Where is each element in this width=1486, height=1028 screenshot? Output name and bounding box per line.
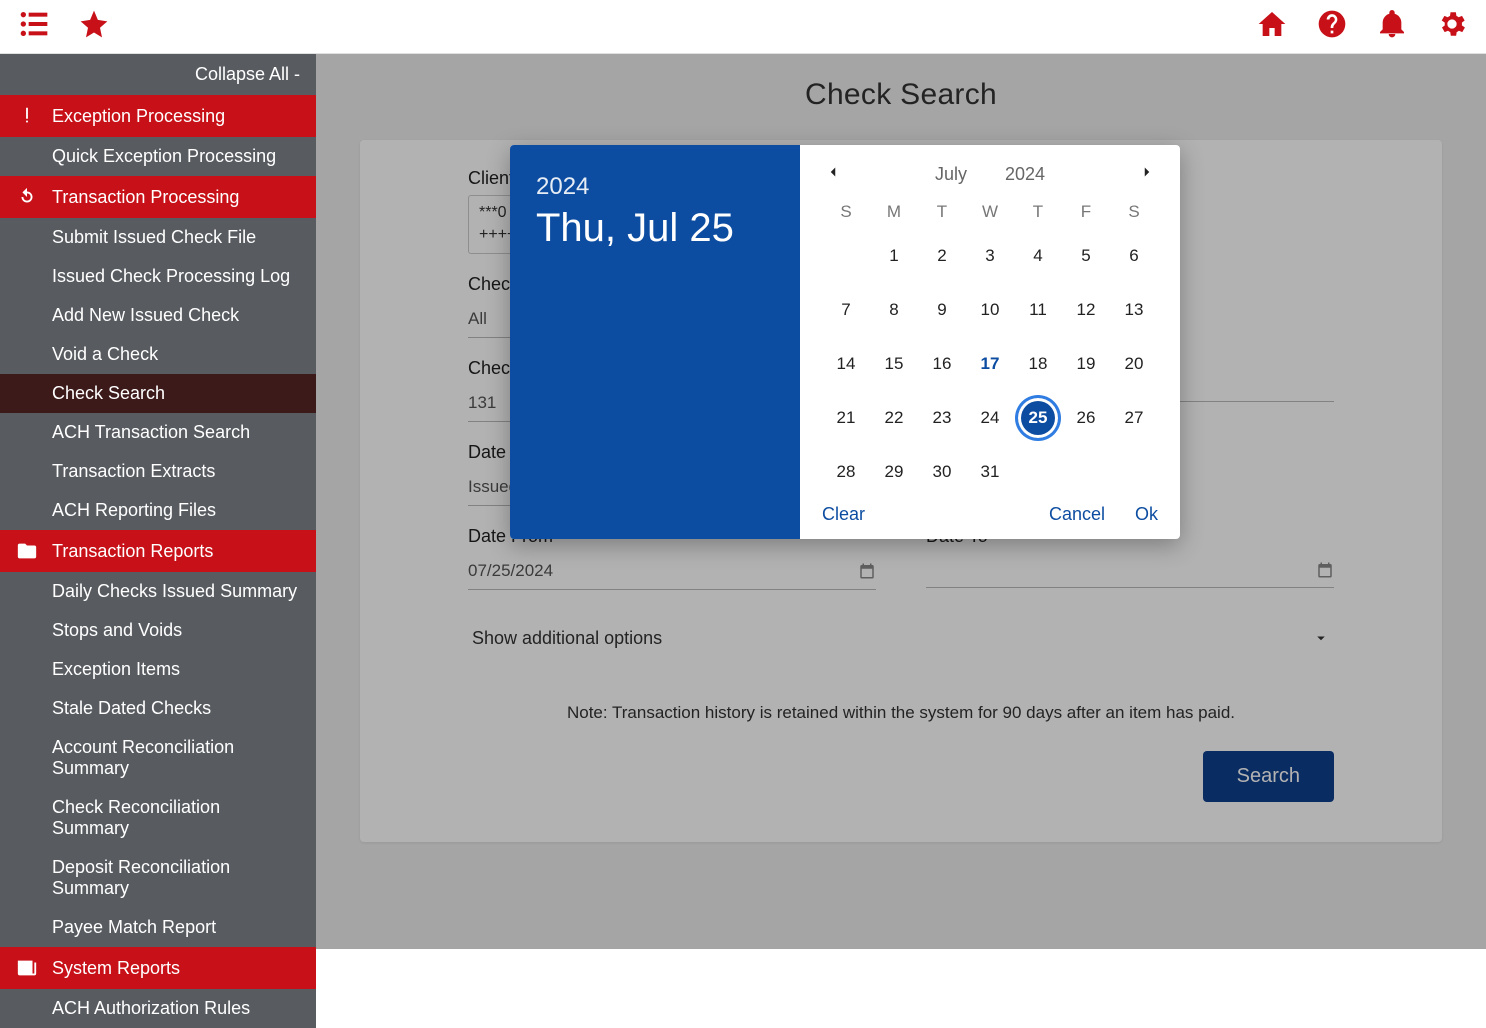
nav-section-label: Transaction Processing (52, 187, 239, 208)
datepicker-dow: S (1110, 202, 1158, 222)
datepicker-next-month[interactable] (1138, 163, 1156, 186)
nav-section-header[interactable]: System Reports (0, 947, 316, 989)
datepicker-day[interactable]: 14 (826, 344, 866, 384)
datepicker-day[interactable]: 5 (1066, 236, 1106, 276)
nav-item[interactable]: Submit Issued Check File (0, 218, 316, 257)
datepicker-day[interactable]: 29 (874, 452, 914, 492)
datepicker-day[interactable]: 31 (970, 452, 1010, 492)
datepicker-day[interactable]: 28 (826, 452, 866, 492)
datepicker-dow: M (870, 202, 918, 222)
nav-item[interactable]: Check Search (0, 374, 316, 413)
datepicker-day[interactable]: 19 (1066, 344, 1106, 384)
datepicker-day-empty (826, 236, 866, 276)
nav-item[interactable]: Exception Items (0, 650, 316, 689)
datepicker-side-year[interactable]: 2024 (536, 173, 774, 201)
datepicker-cancel-button[interactable]: Cancel (1049, 504, 1105, 525)
datepicker-day[interactable]: 24 (970, 398, 1010, 438)
nav-item[interactable]: Quick Exception Processing (0, 137, 316, 176)
nav-item[interactable]: Check Reconciliation Summary (0, 788, 316, 848)
datepicker-day[interactable]: 11 (1018, 290, 1058, 330)
gear-icon[interactable] (1436, 8, 1468, 45)
datepicker-day[interactable]: 21 (826, 398, 866, 438)
help-icon[interactable] (1316, 8, 1348, 45)
datepicker-month-label[interactable]: July (935, 164, 967, 185)
nav-item[interactable]: Add New Issued Check (0, 296, 316, 335)
datepicker-side-date[interactable]: Thu, Jul 25 (536, 205, 774, 251)
nav-item[interactable]: Payee Match Report (0, 908, 316, 947)
datepicker-day[interactable]: 3 (970, 236, 1010, 276)
nav-item[interactable]: ACH Authorization Rules (0, 989, 316, 1028)
nav-item[interactable]: ACH Reporting Files (0, 491, 316, 530)
star-icon[interactable] (78, 8, 110, 45)
menu-icon[interactable] (18, 8, 50, 45)
datepicker-day[interactable]: 23 (922, 398, 962, 438)
nav-item[interactable]: ACH Transaction Search (0, 413, 316, 452)
datepicker-day[interactable]: 16 (922, 344, 962, 384)
datepicker-day[interactable]: 17 (970, 344, 1010, 384)
nav-item[interactable]: Transaction Extracts (0, 452, 316, 491)
datepicker-day[interactable]: 20 (1114, 344, 1154, 384)
datepicker-day[interactable]: 13 (1114, 290, 1154, 330)
datepicker-day[interactable]: 15 (874, 344, 914, 384)
datepicker-prev-month[interactable] (824, 163, 842, 186)
sidebar: Collapse All - Exception Processing Quick… (0, 54, 316, 949)
nav-section-label: System Reports (52, 958, 180, 979)
nav-item[interactable]: Issued Check Processing Log (0, 257, 316, 296)
datepicker: 2024 Thu, Jul 25 July 2024 SMTWTFS123456… (510, 145, 1180, 539)
datepicker-side-panel: 2024 Thu, Jul 25 (510, 145, 800, 539)
home-icon[interactable] (1256, 8, 1288, 45)
topbar (0, 0, 1486, 54)
nav-item[interactable]: Account Reconciliation Summary (0, 728, 316, 788)
datepicker-dow: T (1014, 202, 1062, 222)
datepicker-day[interactable]: 1 (874, 236, 914, 276)
datepicker-clear-button[interactable]: Clear (822, 504, 865, 525)
datepicker-dow: W (966, 202, 1014, 222)
collapse-all[interactable]: Collapse All - (0, 54, 316, 95)
nav-section-label: Exception Processing (52, 106, 225, 127)
datepicker-day[interactable]: 26 (1066, 398, 1106, 438)
nav-section-header[interactable]: Transaction Reports (0, 530, 316, 572)
bell-icon[interactable] (1376, 8, 1408, 45)
datepicker-day[interactable]: 18 (1018, 344, 1058, 384)
nav-item[interactable]: Void a Check (0, 335, 316, 374)
nav-section-label: Transaction Reports (52, 541, 213, 562)
datepicker-day[interactable]: 30 (922, 452, 962, 492)
datepicker-day[interactable]: 22 (874, 398, 914, 438)
datepicker-day[interactable]: 4 (1018, 236, 1058, 276)
datepicker-day[interactable]: 6 (1114, 236, 1154, 276)
nav-item[interactable]: Daily Checks Issued Summary (0, 572, 316, 611)
datepicker-day[interactable]: 25 (1018, 398, 1058, 438)
datepicker-dow: F (1062, 202, 1110, 222)
datepicker-day[interactable]: 2 (922, 236, 962, 276)
nav-item[interactable]: Deposit Reconciliation Summary (0, 848, 316, 908)
datepicker-day[interactable]: 27 (1114, 398, 1154, 438)
datepicker-day[interactable]: 8 (874, 290, 914, 330)
nav-section-header[interactable]: Exception Processing (0, 95, 316, 137)
datepicker-dow: T (918, 202, 966, 222)
nav-section-header[interactable]: Transaction Processing (0, 176, 316, 218)
nav-item[interactable]: Stale Dated Checks (0, 689, 316, 728)
datepicker-ok-button[interactable]: Ok (1135, 504, 1158, 525)
nav-item[interactable]: Stops and Voids (0, 611, 316, 650)
datepicker-day[interactable]: 12 (1066, 290, 1106, 330)
datepicker-day[interactable]: 7 (826, 290, 866, 330)
datepicker-dow: S (822, 202, 870, 222)
datepicker-day[interactable]: 10 (970, 290, 1010, 330)
datepicker-year-label[interactable]: 2024 (1005, 164, 1045, 185)
datepicker-day[interactable]: 9 (922, 290, 962, 330)
